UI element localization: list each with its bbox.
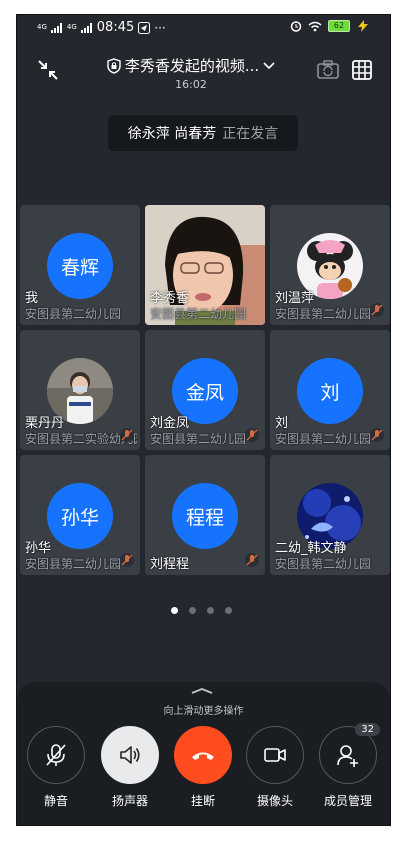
mute-label: 静音 <box>43 794 68 808</box>
hangup-button[interactable]: 挂断 <box>173 726 233 809</box>
participant-name: 二幼_韩文静 <box>275 541 347 556</box>
participant-name: 栗丹丹 <box>25 416 65 431</box>
participant-org: 安图县第二幼儿园 <box>150 307 247 321</box>
participant-avatar: 孙华 <box>47 483 113 549</box>
grid-layout-icon[interactable] <box>349 57 375 83</box>
speaker-label: 扬声器 <box>111 794 148 808</box>
hangup-label: 挂断 <box>190 794 215 808</box>
signal-bars-icon <box>50 22 62 33</box>
switch-camera-icon[interactable] <box>315 57 341 83</box>
participant-org: 安图县第二幼儿园 <box>25 307 122 321</box>
hangup-circle[interactable] <box>174 726 232 784</box>
signal-4g-label-2: 4G <box>66 23 77 31</box>
camera-button[interactable]: 摄像头 <box>245 726 305 809</box>
members-circle[interactable]: 32 <box>319 723 380 784</box>
hangup-phone-icon <box>192 752 214 760</box>
active-speaker-names: 徐永萍 尚春芳 <box>127 126 217 142</box>
participant-tile[interactable]: 刘 刘 安图县第二幼儿园 <box>270 330 390 450</box>
participant-tile[interactable]: 二幼_韩文静 安图县第二幼儿园 <box>270 455 390 575</box>
call-controls-panel: 向上滑动更多操作 静音 扬声器 挂断 摄像头 32 成员管理 <box>17 682 390 825</box>
battery-indicator: 62 <box>328 20 350 32</box>
signal-bars-icon-2 <box>80 22 92 33</box>
mic-off-icon <box>245 428 259 442</box>
participant-name: 刘金凤 <box>150 416 190 431</box>
participant-name: 刘温萍 <box>275 291 315 306</box>
speaker-circle[interactable] <box>101 726 159 784</box>
signal-4g-label: 4G <box>37 23 47 31</box>
mic-off-icon <box>46 744 66 766</box>
participant-tile-video[interactable]: 李秀香 安图县第二幼儿园 <box>145 205 265 325</box>
wifi-icon <box>308 21 322 31</box>
mic-off-icon <box>370 428 384 442</box>
alarm-icon <box>290 21 302 32</box>
active-speaker-banner: 徐永萍 尚春芳 正在发言 <box>108 115 298 151</box>
video-call-screen: 4G 4G 08:45 ··· 62 李秀香发起的视频... 16:02 徐永萍… <box>16 14 391 826</box>
participant-avatar: 刘 <box>297 358 363 424</box>
charging-icon <box>358 20 368 32</box>
camera-label: 摄像头 <box>256 794 293 808</box>
mute-circle[interactable] <box>27 726 85 784</box>
mute-button[interactable]: 静音 <box>26 726 86 809</box>
page-indicator <box>171 607 232 614</box>
page-dot[interactable] <box>171 607 178 614</box>
participant-tile[interactable]: 程程 刘程程 <box>145 455 265 575</box>
participant-name: 刘 <box>275 416 289 431</box>
active-speaker-status: 正在发言 <box>222 126 279 142</box>
call-title: 李秀香发起的视频... <box>124 57 260 75</box>
mic-off-icon <box>120 553 134 567</box>
participant-tile[interactable]: 金凤 刘金凤 安图县第二幼儿园 <box>145 330 265 450</box>
drag-handle-icon[interactable] <box>191 688 213 694</box>
minimize-icon[interactable] <box>35 57 61 83</box>
participant-tile[interactable]: 栗丹丹 安图县第二实验幼儿园 <box>20 330 140 450</box>
members-button[interactable]: 32 成员管理 <box>318 723 380 809</box>
chevron-down-icon[interactable] <box>263 61 275 70</box>
mic-off-icon <box>120 428 134 442</box>
mic-off-icon <box>370 303 384 317</box>
status-bar: 4G 4G 08:45 ··· 62 <box>17 15 390 41</box>
speaker-icon <box>120 746 140 764</box>
participant-avatar: 程程 <box>172 483 238 549</box>
page-dot[interactable] <box>189 607 196 614</box>
camera-circle[interactable] <box>246 726 304 784</box>
participant-org: 安图县第二幼儿园 <box>275 557 372 571</box>
speaker-button[interactable]: 扬声器 <box>100 726 160 809</box>
secure-shield-icon <box>107 57 121 74</box>
call-title-area[interactable]: 李秀香发起的视频... 16:02 <box>101 55 281 91</box>
participant-name: 李秀香 <box>150 291 190 306</box>
status-time: 08:45 <box>96 20 135 35</box>
telegram-icon <box>138 21 151 34</box>
participant-name: 孙华 <box>25 541 52 556</box>
member-count-badge: 32 <box>355 723 380 736</box>
page-dot[interactable] <box>207 607 214 614</box>
participant-name: 刘程程 <box>150 557 190 572</box>
call-header: 李秀香发起的视频... 16:02 <box>17 51 390 101</box>
members-label: 成员管理 <box>323 794 372 808</box>
participant-tile[interactable]: 刘温萍 安图县第二幼儿园 <box>270 205 390 325</box>
page-dot[interactable] <box>225 607 232 614</box>
more-notifications-icon: ··· <box>154 20 166 35</box>
video-camera-icon <box>264 748 286 762</box>
participant-avatar: 春辉 <box>47 233 113 299</box>
add-member-icon <box>337 745 358 767</box>
swipe-hint: 向上滑动更多操作 <box>163 706 244 717</box>
participant-tile[interactable]: 春辉 我 安图县第二幼儿园 <box>20 205 140 325</box>
participant-name: 我 <box>25 291 39 306</box>
mic-off-icon <box>245 553 259 567</box>
call-duration: 16:02 <box>175 78 207 91</box>
participant-tile[interactable]: 孙华 孙华 安图县第二幼儿园 <box>20 455 140 575</box>
